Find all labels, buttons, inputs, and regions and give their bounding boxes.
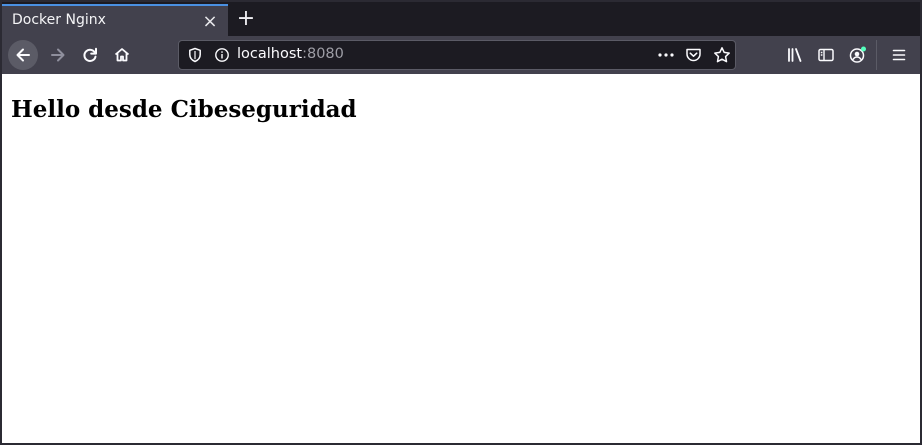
page-heading: Hello desde Cibeseguridad xyxy=(11,96,357,123)
account-icon xyxy=(848,45,868,65)
home-button[interactable] xyxy=(107,40,137,70)
sidebar-icon xyxy=(817,46,835,64)
menu-button[interactable] xyxy=(884,40,914,70)
library-icon xyxy=(786,46,804,64)
shield-icon[interactable] xyxy=(187,47,203,63)
sidebar-button[interactable] xyxy=(811,40,841,70)
reload-button[interactable] xyxy=(75,40,105,70)
forward-arrow-icon xyxy=(49,46,67,64)
star-icon[interactable] xyxy=(713,46,731,64)
url-port: :8080 xyxy=(302,46,344,62)
url-host: localhost xyxy=(237,46,303,62)
tab-docker-nginx[interactable]: Docker Nginx × xyxy=(2,4,228,36)
url-text[interactable]: localhost:8080 xyxy=(237,46,344,62)
new-tab-button[interactable]: + xyxy=(234,7,258,31)
reload-icon xyxy=(81,46,99,64)
info-icon[interactable] xyxy=(214,47,230,63)
home-icon xyxy=(113,46,131,64)
back-arrow-icon xyxy=(14,46,32,64)
pocket-icon[interactable] xyxy=(685,47,702,63)
tab-close-icon[interactable]: × xyxy=(200,12,220,32)
forward-button[interactable] xyxy=(43,40,73,70)
back-button[interactable] xyxy=(8,40,38,70)
navigation-toolbar: localhost:8080 xyxy=(2,36,920,74)
tab-title: Docker Nginx xyxy=(12,12,106,28)
menu-icon xyxy=(891,47,907,63)
toolbar-separator xyxy=(876,40,877,70)
more-dots-icon[interactable] xyxy=(657,47,675,63)
library-button[interactable] xyxy=(780,40,810,70)
url-bar[interactable]: localhost:8080 xyxy=(178,40,736,70)
page-content: Hello desde Cibeseguridad xyxy=(2,74,920,443)
tab-strip: Docker Nginx × + xyxy=(2,2,920,36)
account-button[interactable] xyxy=(843,40,873,70)
browser-window: Docker Nginx × + localhost:8080 Hello de… xyxy=(0,0,922,445)
